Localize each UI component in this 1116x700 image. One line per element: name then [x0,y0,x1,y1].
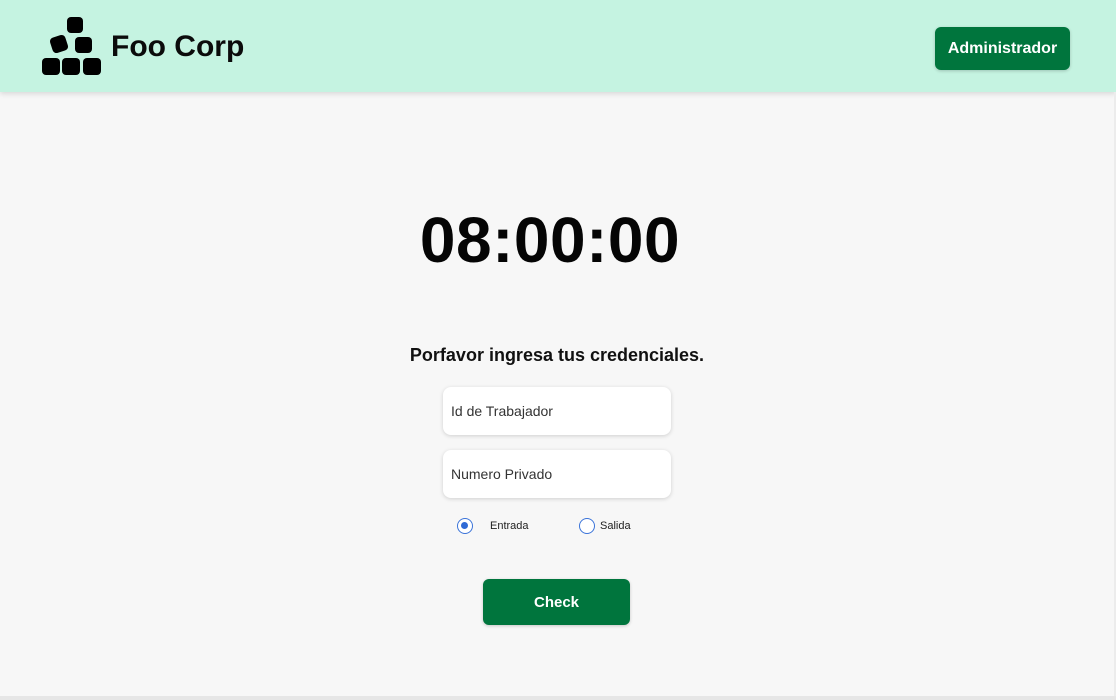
brand-name: Foo Corp [111,30,245,63]
administrator-button[interactable]: Administrador [935,27,1070,70]
private-number-input[interactable] [443,450,671,498]
entrada-label: Entrada [490,520,529,532]
credentials-prompt: Porfavor ingresa tus credenciales. [409,345,705,365]
salida-radio[interactable] [579,518,595,534]
page: Foo Corp Administrador 08:00:00 Porfavor… [0,0,1116,700]
entrada-radio[interactable] [457,518,473,534]
clock-display: 08:00:00 [419,204,681,276]
stacked-blocks-icon [42,17,101,75]
app-header: Foo Corp Administrador [0,0,1116,92]
worker-id-input[interactable] [443,387,671,435]
check-button[interactable]: Check [483,579,630,625]
footer-divider [0,696,1116,700]
salida-label: Salida [600,520,631,532]
